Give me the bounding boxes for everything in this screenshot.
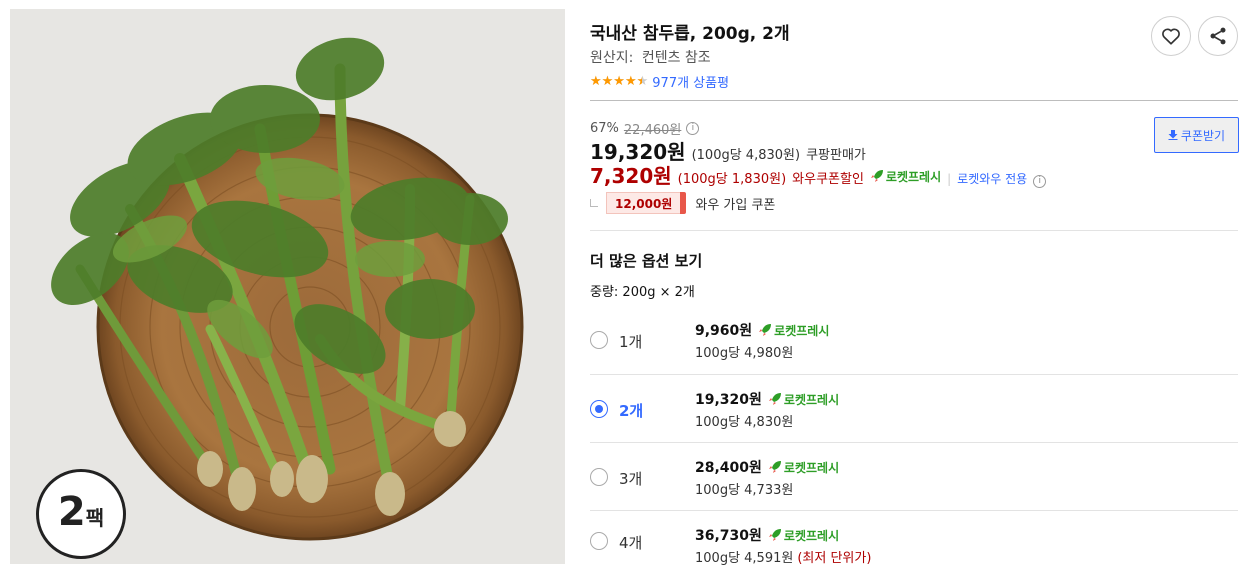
coupon-download-label: 쿠폰받기 [1180, 128, 1226, 143]
option-unit-price: 100g당 4,830원 [695, 411, 793, 430]
product-title: 국내산 참두릅, 200g, 2개 [590, 24, 790, 44]
corner-indent-icon [590, 199, 598, 207]
option-item-2[interactable]: 2개 19,320원 로켓프레시 100g당 4,830원 [590, 375, 1238, 443]
option-radio[interactable] [590, 331, 608, 349]
pack-count-unit: 팩 [85, 506, 105, 530]
rocket-icon [768, 461, 781, 473]
origin-label: 원산지: [590, 50, 634, 66]
wishlist-button[interactable] [1151, 16, 1191, 56]
lowest-unit-price-note: (최저 단위가) [797, 551, 872, 566]
rocket-fresh-badge: 로켓프레시 [768, 459, 839, 476]
wow-price-row: 7,320원 (100g당 1,830원) 와우쿠폰할인 로켓프레시 | 로켓와… [590, 160, 1047, 189]
origin-info: 원산지: 컨텐츠 참조 [590, 47, 711, 67]
download-icon [1168, 130, 1178, 140]
rocket-fresh-label: 로켓프레시 [783, 460, 840, 475]
coupon-download-button[interactable]: 쿠폰받기 [1154, 117, 1239, 153]
rocket-icon [759, 324, 772, 336]
more-options-title: 더 많은 옵션 보기 [590, 252, 703, 270]
share-icon [1210, 27, 1226, 45]
weight-option-label: 중량: 200g × 2개 [590, 285, 695, 300]
option-radio[interactable] [590, 400, 608, 418]
option-item-4[interactable]: 4개 36,730원 로켓프레시 100g당 4,591원 (최저 단위가) [590, 511, 1238, 571]
option-item-1[interactable]: 1개 9,960원 로켓프레시 100g당 4,980원 [590, 306, 1238, 374]
option-price: 36,730원 [695, 528, 762, 544]
rocket-icon [870, 170, 883, 182]
option-unit-price: 100g당 4,733원 [695, 479, 793, 498]
option-qty: 3개 [619, 470, 643, 488]
option-unit-price-text: 100g당 4,830원 [695, 415, 794, 430]
rocket-icon [768, 529, 781, 541]
discount-rate: 67% [590, 121, 619, 136]
rocket-fresh-label: 로켓프레시 [783, 392, 840, 407]
separator: | [947, 172, 952, 186]
option-radio[interactable] [590, 468, 608, 486]
price-divider [590, 230, 1238, 231]
review-count-link[interactable]: 977개 상품평 [652, 72, 729, 91]
info-icon[interactable]: i [686, 122, 700, 135]
option-qty: 4개 [619, 534, 643, 552]
rocket-fresh-label: 로켓프레시 [783, 528, 840, 543]
rocket-fresh-badge: 로켓프레시 [768, 391, 839, 408]
star-rating-icon: ★★★★★ ★★★★★ [590, 73, 649, 89]
coupon-description: 와우 가입 쿠폰 [695, 197, 776, 213]
rocket-fresh-label: 로켓프레시 [774, 323, 830, 338]
origin-value: 컨텐츠 참조 [641, 50, 711, 66]
option-price: 28,400원 [695, 460, 762, 476]
share-button[interactable] [1198, 16, 1238, 56]
option-qty: 2개 [619, 402, 644, 420]
wow-price: 7,320원 [590, 164, 672, 188]
heart-icon [1162, 28, 1180, 45]
pack-count-number: 2 [57, 489, 86, 535]
rocket-fresh-badge: 로켓프레시 [768, 527, 839, 544]
info-icon[interactable]: i [1033, 175, 1047, 188]
option-price: 9,960원 [695, 323, 753, 339]
product-image[interactable]: 2 팩 [10, 9, 565, 564]
option-unit-price-text: 100g당 4,591원 [695, 551, 794, 566]
rating-row: ★★★★★ ★★★★★ 977개 상품평 [590, 72, 729, 92]
option-unit-price: 100g당 4,591원 (최저 단위가) [695, 547, 871, 566]
rocket-icon [768, 393, 781, 405]
option-qty: 1개 [619, 333, 643, 351]
rocket-fresh-badge: 로켓프레시 [758, 322, 829, 339]
option-radio[interactable] [590, 532, 608, 550]
option-unit-price-text: 100g당 4,980원 [695, 346, 794, 361]
option-unit-price: 100g당 4,980원 [695, 342, 793, 361]
wow-signup-coupon-row: 12,000원 와우 가입 쿠폰 [590, 192, 775, 214]
option-item-3[interactable]: 3개 28,400원 로켓프레시 100g당 4,733원 [590, 443, 1238, 511]
wow-coupon-label: 와우쿠폰할인 [792, 172, 864, 187]
option-unit-price-text: 100g당 4,733원 [695, 483, 794, 498]
option-price: 19,320원 [695, 392, 762, 408]
rocket-wow-only-label: 로켓와우 전용 [957, 172, 1028, 186]
header-divider [590, 100, 1238, 101]
rocket-fresh-badge: 로켓프레시 [870, 168, 941, 185]
rocket-fresh-label: 로켓프레시 [885, 169, 942, 184]
wow-unit-price: (100g당 1,830원) [677, 172, 787, 187]
pack-count-badge: 2 팩 [36, 469, 126, 559]
coupon-amount-tag: 12,000원 [606, 192, 687, 214]
